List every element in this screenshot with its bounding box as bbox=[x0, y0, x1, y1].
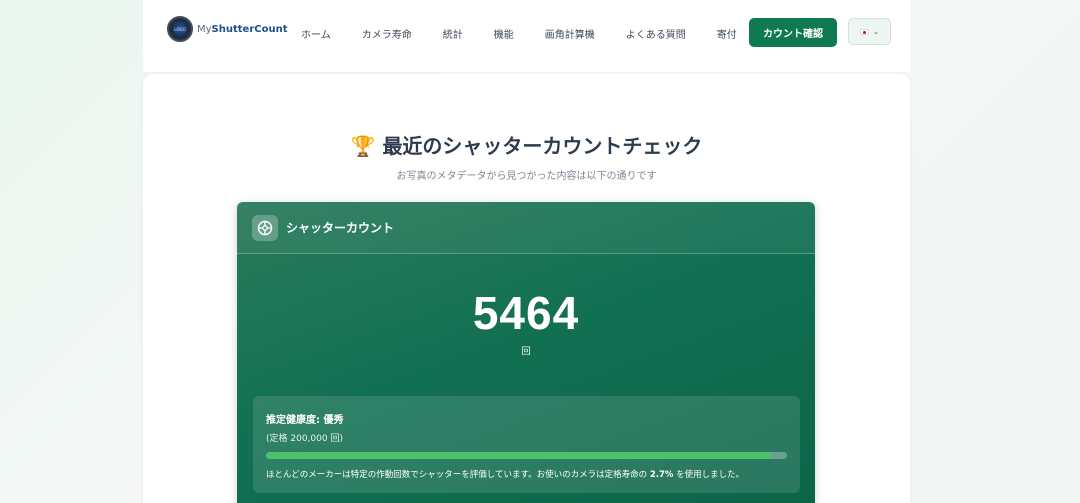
logo-prefix: My bbox=[197, 23, 212, 35]
site-logo[interactable]: LOGO MyShutterCount bbox=[167, 16, 288, 42]
shutter-count-unit: 回 bbox=[521, 347, 531, 357]
nav-features[interactable]: 機能 bbox=[494, 26, 514, 41]
shutter-icon bbox=[252, 214, 278, 241]
nav-faq[interactable]: よくある質問 bbox=[626, 26, 686, 41]
nav-home[interactable]: ホーム bbox=[301, 26, 331, 41]
health-panel: 推定健康度: 優秀 (定格 200,000 回) ほとんどのメーカーは特定の作動… bbox=[253, 396, 800, 493]
shutter-count-card: シャッターカウント 5464 回 推定健康度: 優秀 (定格 200,000 回… bbox=[237, 202, 815, 503]
logo-brand: ShutterCount bbox=[211, 23, 288, 35]
health-progress-bar bbox=[266, 452, 787, 459]
language-selector[interactable]: ⌄ bbox=[848, 18, 891, 45]
card-header: シャッターカウント bbox=[237, 202, 815, 254]
health-note-post: を使用しました。 bbox=[676, 470, 745, 480]
check-count-button[interactable]: カウント確認 bbox=[749, 18, 837, 47]
card-title: シャッターカウント bbox=[286, 221, 395, 235]
main-panel: 🏆 最近のシャッターカウントチェック お写真のメタデータから見つかった内容は以下… bbox=[143, 74, 910, 503]
logo-circle-text: LOGO bbox=[174, 26, 186, 32]
nav-camera-life[interactable]: カメラ寿命 bbox=[362, 26, 412, 41]
site-header: LOGO MyShutterCount ホーム カメラ寿命 統計 機能 画角計算… bbox=[143, 0, 910, 72]
shutter-count-value: 5464 bbox=[472, 287, 580, 339]
trophy-icon: 🏆 bbox=[350, 134, 376, 158]
health-progress-fill bbox=[266, 452, 772, 459]
page-title-text: 最近のシャッターカウントチェック bbox=[382, 134, 703, 158]
rated-shutter-life: (定格 200,000 回) bbox=[266, 434, 343, 444]
health-note: ほとんどのメーカーは特定の作動回数でシャッターを評価しています。お使いのカメラは… bbox=[266, 468, 744, 480]
health-note-pre: ほとんどのメーカーは特定の作動回数でシャッターを評価しています。お使いのカメラは… bbox=[266, 470, 648, 480]
logo-icon: LOGO bbox=[167, 16, 193, 42]
japan-flag-icon bbox=[860, 28, 870, 35]
nav-donate[interactable]: 寄付 bbox=[717, 26, 737, 41]
page-title: 🏆 最近のシャッターカウントチェック bbox=[143, 130, 910, 159]
nav-stats[interactable]: 統計 bbox=[443, 26, 463, 41]
page-subtitle: お写真のメタデータから見つかった内容は以下の通りです bbox=[396, 171, 657, 182]
logo-text: MyShutterCount bbox=[197, 24, 288, 35]
usage-percent: 2.7% bbox=[649, 470, 674, 480]
main-nav: ホーム カメラ寿命 統計 機能 画角計算機 よくある質問 寄付 bbox=[301, 26, 768, 41]
health-title: 推定健康度: 優秀 bbox=[266, 415, 344, 426]
nav-fov-calculator[interactable]: 画角計算機 bbox=[545, 26, 595, 41]
chevron-down-icon: ⌄ bbox=[873, 27, 879, 36]
